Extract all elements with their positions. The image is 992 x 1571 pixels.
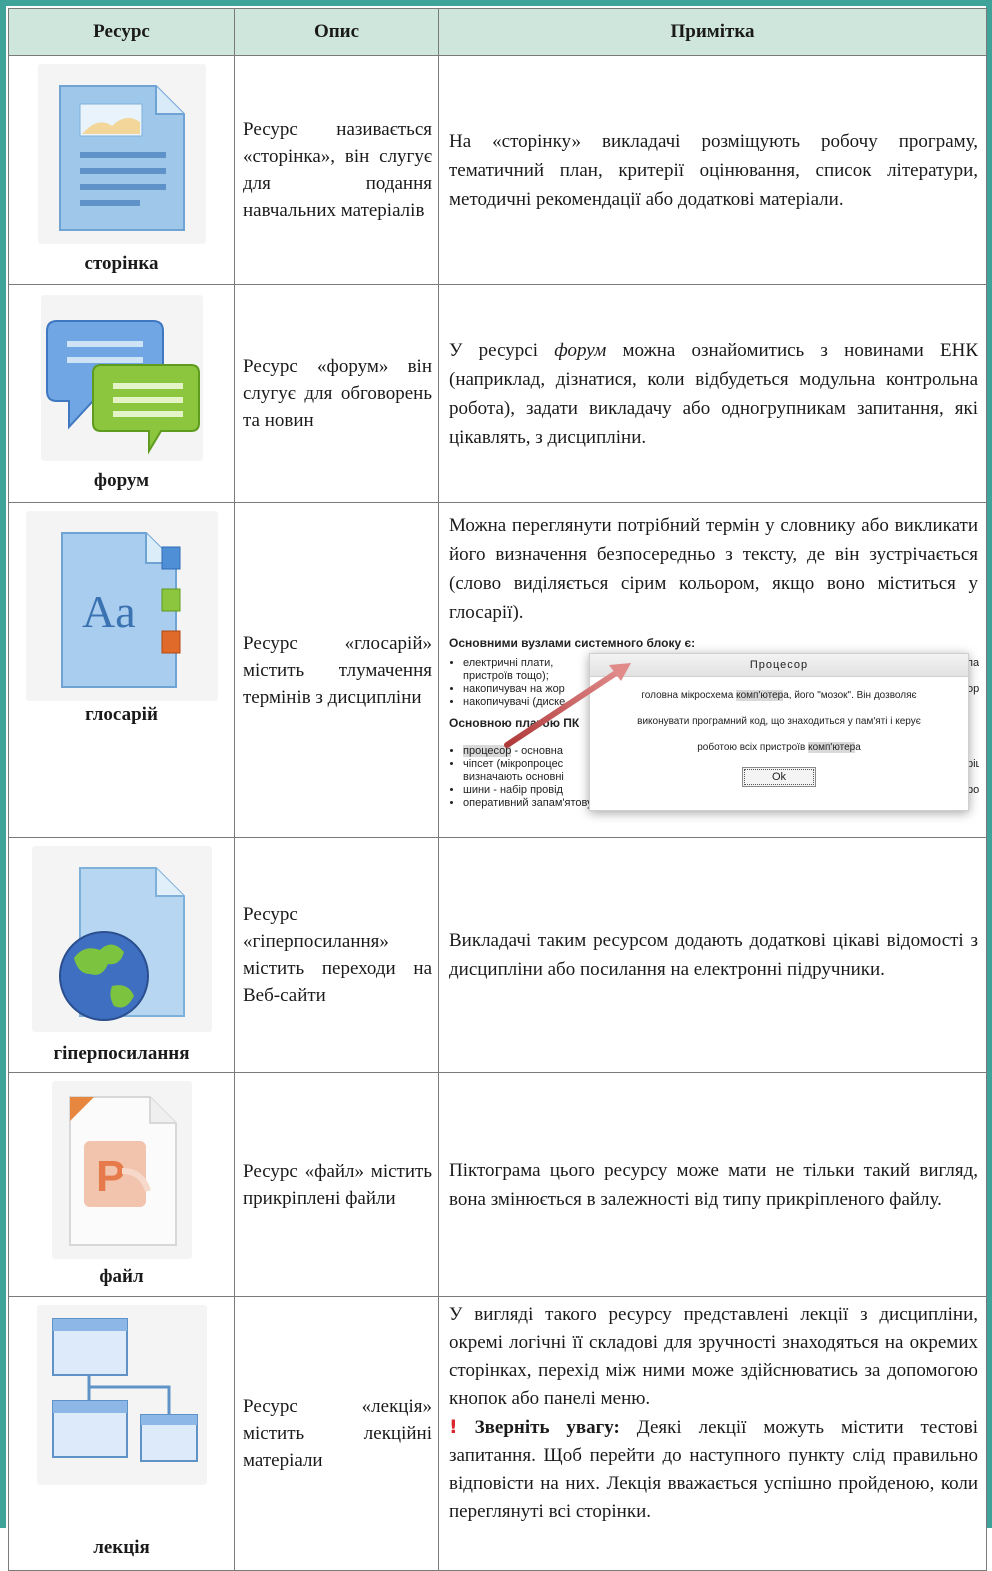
resource-note: У вигляді такого ресурсу представлені ле… [438, 1296, 987, 1571]
glossary-note-text: Можна переглянути потрібний термін у сло… [449, 515, 978, 623]
hyperlink-icon [31, 846, 212, 1032]
resource-cell: форум [8, 284, 235, 503]
header-note: Примітка [438, 8, 987, 56]
resource-cell: лекція [8, 1296, 235, 1571]
resource-label: лекція [93, 1537, 150, 1558]
table-row: P файл Ресурс «файл» містить прикріплені… [8, 1072, 987, 1297]
header-description: Опис [234, 8, 439, 56]
glossary-icon: Aa [25, 511, 218, 701]
glossary-screenshot: Основними вузлами системного блоку є: ел… [449, 635, 979, 837]
resource-note: На «сторінку» викладачі розміщують робоч… [438, 55, 987, 285]
warning-block: ! Зверніть увагу: Деякі лекції можуть мі… [449, 1416, 978, 1522]
table-header-row: Ресурс Опис Примітка [8, 8, 987, 56]
resource-label: глосарій [85, 704, 158, 725]
table-row: гіперпосилання Ресурс «гіперпосилання» м… [8, 837, 987, 1073]
resource-label: файл [99, 1266, 144, 1287]
lesson-note-text: У вигляді такого ресурсу представлені ле… [449, 1304, 978, 1409]
resource-note: Викладачі таким ресурсом додають додатко… [438, 837, 987, 1073]
svg-text:P: P [96, 1152, 125, 1201]
svg-text:Aa: Aa [82, 586, 136, 637]
table-row: Aa глосарій Ресурс «глосарій» містить тл… [8, 502, 987, 838]
resource-note: У ресурсі форум можна ознайомитись з нов… [438, 284, 987, 503]
resource-description: Ресурс «глосарій» містить тлумачення тер… [234, 502, 439, 838]
page-icon [37, 64, 206, 244]
table-row: сторінка Ресурс називається «сторінка», … [8, 55, 987, 285]
resource-description: Ресурс «гіперпосилання» містить переходи… [234, 837, 439, 1073]
resource-cell: сторінка [8, 55, 235, 285]
resource-description: Ресурс «форум» він слугує для обговорень… [234, 284, 439, 503]
resource-cell: P файл [8, 1072, 235, 1297]
resource-cell: Aa глосарій [8, 502, 235, 838]
resources-table: Ресурс Опис Примітка сторінка Ресурс наз… [8, 8, 987, 1571]
table-row: форум Ресурс «форум» він слугує для обго… [8, 284, 987, 503]
resource-description: Ресурс називається «сторінка», він слугу… [234, 55, 439, 285]
resource-label: сторінка [84, 253, 159, 274]
resource-note: Можна переглянути потрібний термін у сло… [438, 502, 987, 838]
resource-note: Піктограма цього ресурсу може мати не ті… [438, 1072, 987, 1297]
resource-description: Ресурс «лекція» містить лекційні матеріа… [234, 1296, 439, 1571]
table-row: лекція Ресурс «лекція» містить лекційні … [8, 1296, 987, 1571]
pointer-arrow-icon [504, 663, 631, 748]
forum-icon [40, 295, 203, 461]
warning-icon: ! [449, 1416, 458, 1438]
resource-label: форум [93, 470, 150, 491]
header-resource: Ресурс [8, 8, 235, 56]
file-icon: P [51, 1081, 192, 1259]
resource-label: гіперпосилання [53, 1043, 190, 1064]
emphasis-term: форум [554, 339, 607, 361]
lesson-icon [36, 1305, 207, 1485]
resource-description: Ресурс «файл» містить прикріплені файли [234, 1072, 439, 1297]
resource-cell: гіперпосилання [8, 837, 235, 1073]
